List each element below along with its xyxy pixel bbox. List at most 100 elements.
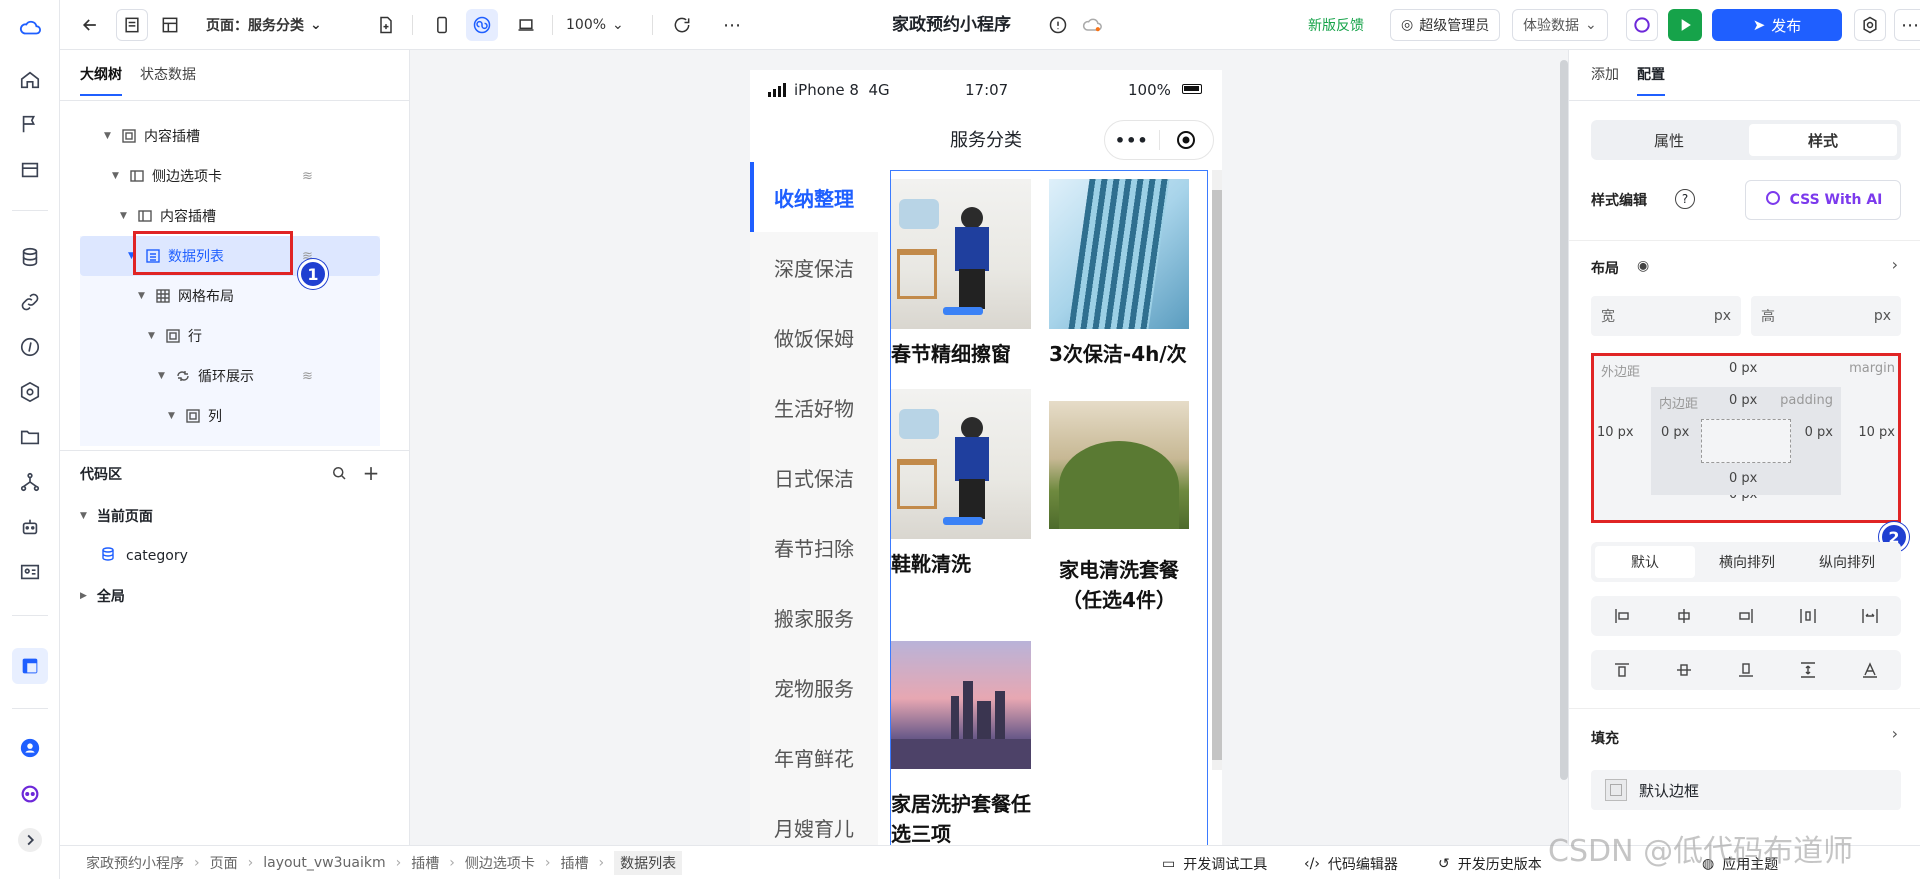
miniprogram-preview-icon[interactable] <box>466 9 498 41</box>
eye-icon[interactable]: ◉ <box>1637 258 1649 274</box>
flag-icon[interactable] <box>18 112 42 136</box>
miniprogram-capsule[interactable]: ••• <box>1104 120 1214 160</box>
info-icon[interactable] <box>1044 9 1072 41</box>
align-middle-icon[interactable] <box>1672 658 1696 682</box>
direction-vertical[interactable]: 纵向排列 <box>1797 546 1897 578</box>
service-card[interactable]: 鞋靴清洗 <box>891 389 1031 579</box>
search-icon[interactable] <box>328 462 350 484</box>
height-field[interactable]: 高 px <box>1751 296 1901 336</box>
align-center-icon[interactable] <box>1672 604 1696 628</box>
service-card[interactable]: 家居洗护套餐任选三项 <box>891 641 1031 845</box>
service-card[interactable]: 春节精细擦窗 <box>891 179 1031 369</box>
side-tab-item[interactable]: 深度保洁 <box>750 232 878 302</box>
feedback-link[interactable]: 新版反馈 <box>1308 9 1364 41</box>
breadcrumb-item[interactable]: 侧边选项卡 <box>465 853 535 873</box>
id-card-icon[interactable] <box>18 560 42 584</box>
code-global[interactable]: ▶ 全局 <box>80 576 125 616</box>
publish-button[interactable]: ➤ 发布 <box>1712 9 1842 41</box>
user-avatar-icon[interactable] <box>18 736 42 760</box>
breadcrumb-item[interactable]: layout_vw3uaikm <box>263 855 385 871</box>
caret-down-icon[interactable]: ▼ <box>80 511 87 521</box>
cloud-logo-icon[interactable] <box>18 16 42 40</box>
dev-tools-button[interactable]: ▭ 开发调试工具 <box>1162 854 1267 874</box>
caret-down-icon[interactable]: ▼ <box>120 211 130 221</box>
add-page-icon[interactable] <box>370 9 402 41</box>
help-icon[interactable]: ? <box>1675 189 1695 209</box>
store-icon[interactable] <box>18 158 42 182</box>
robot-icon[interactable] <box>18 515 42 539</box>
css-with-ai-button[interactable]: CSS With AI <box>1745 180 1901 220</box>
tree-node-column[interactable]: ▼ 列 <box>80 396 380 436</box>
preview-play-button[interactable] <box>1668 9 1702 41</box>
code-current-page[interactable]: ▼ 当前页面 <box>80 496 153 536</box>
side-tab-item[interactable]: 春节扫除 <box>750 512 878 582</box>
align-left-icon[interactable] <box>1610 604 1634 628</box>
add-icon[interactable]: + <box>360 461 382 485</box>
side-tab-item[interactable]: 收纳整理 <box>750 162 878 232</box>
link-icon[interactable] <box>18 290 42 314</box>
segment-style[interactable]: 样式 <box>1749 124 1897 156</box>
data-list-selected[interactable]: 春节精细擦窗 3次保洁-4h/次 鞋靴清洗 家电清洗套餐（任选4件） 家居洗护套… <box>890 170 1208 845</box>
capsule-close-icon[interactable] <box>1159 130 1213 150</box>
text-baseline-icon[interactable] <box>1858 658 1882 682</box>
canvas-scrollbar[interactable] <box>1560 50 1568 845</box>
function-icon[interactable] <box>18 335 42 359</box>
caret-down-icon[interactable]: ▼ <box>158 371 168 381</box>
side-tab-item[interactable]: 搬家服务 <box>750 582 878 652</box>
tree-node-content-slot-2[interactable]: ▼ 内容插槽 <box>80 196 380 236</box>
more-menu-icon[interactable]: ⋯ <box>1894 9 1920 41</box>
ai-assistant-icon[interactable] <box>18 782 42 806</box>
default-border-option[interactable]: 默认边框 <box>1591 770 1901 810</box>
breadcrumb-item-current[interactable]: 数据列表 <box>614 850 683 875</box>
caret-down-icon[interactable]: ▼ <box>112 171 122 181</box>
breadcrumb-item[interactable]: 插槽 <box>560 853 588 873</box>
folder-icon[interactable] <box>18 425 42 449</box>
expand-rail-icon[interactable] <box>18 828 42 852</box>
stretch-vertical-icon[interactable] <box>1796 658 1820 682</box>
align-right-icon[interactable] <box>1734 604 1758 628</box>
ai-button[interactable] <box>1626 9 1658 41</box>
tab-add[interactable]: 添加 <box>1591 64 1619 84</box>
service-card[interactable]: 3次保洁-4h/次 <box>1049 179 1189 369</box>
flow-icon[interactable] <box>18 470 42 494</box>
page-selector[interactable]: 页面：服务分类 ⌄ <box>206 9 322 41</box>
tree-node-row[interactable]: ▼ 行 <box>80 316 380 356</box>
tab-state-data[interactable]: 状态数据 <box>140 64 196 84</box>
layout-active-icon[interactable] <box>12 648 48 684</box>
tab-config[interactable]: 配置 <box>1637 64 1665 96</box>
segment-properties[interactable]: 属性 <box>1595 124 1743 156</box>
caret-down-icon[interactable]: ▼ <box>168 411 178 421</box>
service-card[interactable]: 家电清洗套餐（任选4件） <box>1049 401 1189 615</box>
caret-down-icon[interactable]: ▼ <box>104 131 114 141</box>
data-mode-select[interactable]: 体验数据 ⌄ <box>1512 9 1608 41</box>
refresh-icon[interactable] <box>666 9 698 41</box>
capsule-more-icon[interactable]: ••• <box>1105 131 1159 150</box>
width-field[interactable]: 宽 px <box>1591 296 1741 336</box>
chevron-right-icon[interactable]: › <box>1892 255 1898 274</box>
direction-horizontal[interactable]: 横向排列 <box>1697 546 1797 578</box>
more-icon[interactable]: ⋯ <box>716 9 748 41</box>
role-button[interactable]: ◎ 超级管理员 <box>1390 9 1501 41</box>
side-tab-item[interactable]: 做饭保姆 <box>750 302 878 372</box>
page-view-button[interactable] <box>116 9 148 41</box>
settings-icon[interactable] <box>1854 9 1886 41</box>
code-item-category[interactable]: category <box>100 536 188 576</box>
side-tab-item[interactable]: 月嫂育儿 <box>750 792 878 845</box>
tree-node-content-slot[interactable]: ▼ 内容插槽 <box>80 116 380 156</box>
breadcrumb-item[interactable]: 家政预约小程序 <box>86 853 184 873</box>
tree-node-grid-layout[interactable]: ▼ 网格布局 <box>80 276 380 316</box>
tab-outline[interactable]: 大纲树 <box>80 64 122 96</box>
phone-scrollbar[interactable] <box>1212 170 1222 770</box>
direction-default[interactable]: 默认 <box>1595 546 1695 578</box>
desktop-preview-icon[interactable] <box>510 9 542 41</box>
hexagon-icon[interactable] <box>18 380 42 404</box>
breadcrumb-item[interactable]: 插槽 <box>411 853 439 873</box>
side-tab-item[interactable]: 年宵鲜花 <box>750 722 878 792</box>
database-icon[interactable] <box>18 245 42 269</box>
tree-node-side-tabs[interactable]: ▼ 侧边选项卡 ≋ <box>80 156 380 196</box>
side-tab-item[interactable]: 宠物服务 <box>750 652 878 722</box>
space-around-icon[interactable] <box>1858 604 1882 628</box>
breadcrumb-item[interactable]: 页面 <box>210 853 238 873</box>
side-tab-item[interactable]: 日式保洁 <box>750 442 878 512</box>
caret-down-icon[interactable]: ▼ <box>138 291 148 301</box>
